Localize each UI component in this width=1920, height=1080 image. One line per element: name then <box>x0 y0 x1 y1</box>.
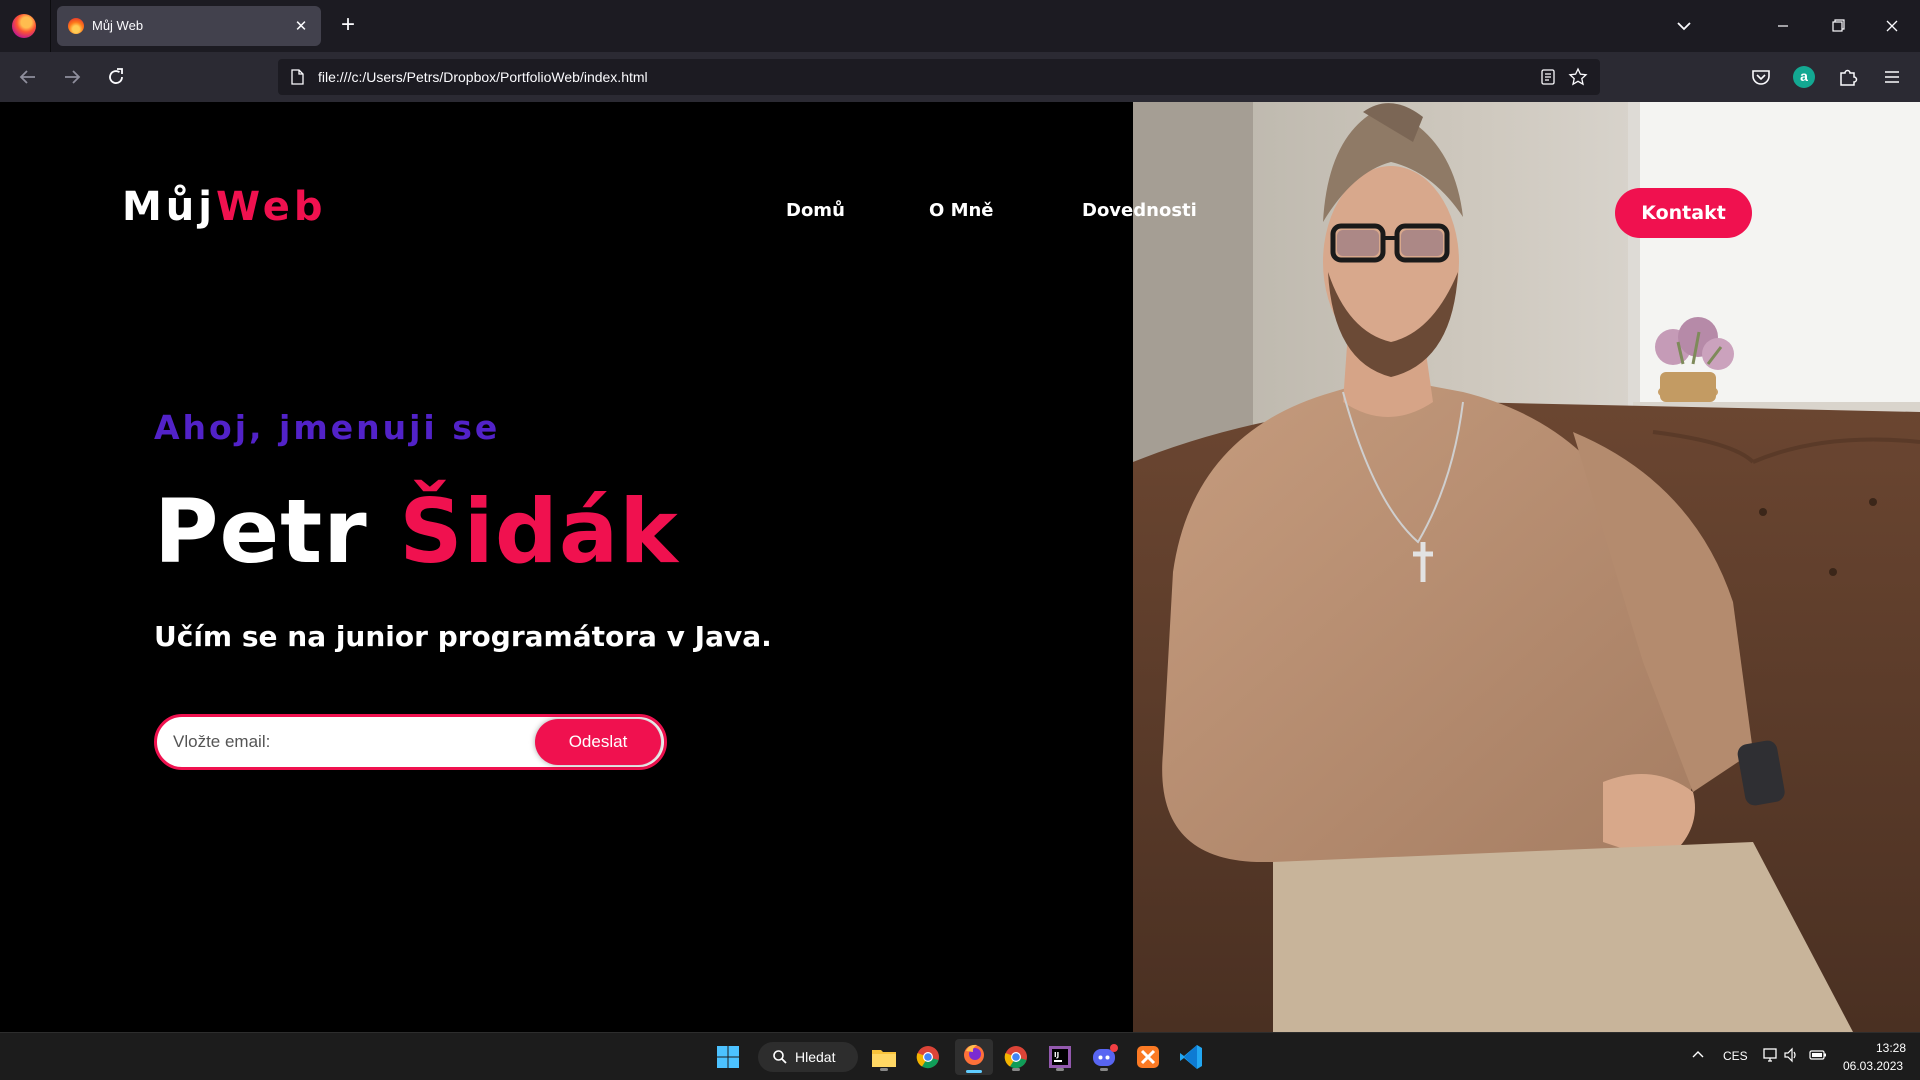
profile-photo <box>1133 102 1920 1032</box>
battery-icon[interactable] <box>1808 1046 1828 1064</box>
hamburger-menu-icon[interactable] <box>1879 64 1905 90</box>
extensions-puzzle-icon[interactable] <box>1835 64 1861 90</box>
hero-name: Petr Šidák <box>154 480 679 583</box>
chrome-profile-icon[interactable] <box>1000 1041 1032 1073</box>
profile-photo-illustration <box>1133 102 1920 1032</box>
forward-arrow-icon[interactable] <box>59 64 85 90</box>
url-text[interactable]: file:///c:/Users/Petrs/Dropbox/Portfolio… <box>318 69 648 85</box>
logo-accent-text: Web <box>216 184 327 230</box>
search-icon <box>773 1050 787 1064</box>
hero-greeting: Ahoj, jmenuji se <box>154 408 501 447</box>
reader-view-icon[interactable] <box>1538 67 1558 87</box>
list-all-tabs-icon[interactable] <box>1672 14 1696 38</box>
email-form: Odeslat <box>154 714 667 770</box>
running-indicator <box>1056 1068 1064 1071</box>
extension-avatar-icon[interactable]: a <box>1793 66 1815 88</box>
pocket-icon[interactable] <box>1748 64 1774 90</box>
contact-button[interactable]: Kontakt <box>1615 188 1752 238</box>
restore-icon[interactable] <box>1820 10 1856 42</box>
site-logo[interactable]: MůjWeb <box>122 184 326 230</box>
back-arrow-icon[interactable] <box>15 64 41 90</box>
chrome-icon[interactable] <box>912 1041 944 1073</box>
network-icon[interactable] <box>1762 1046 1780 1064</box>
clock-date[interactable]: 06.03.2023 <box>1843 1059 1903 1073</box>
browser-tab-bar: Můj Web ✕ + <box>0 0 1920 52</box>
tab-separator <box>50 0 51 52</box>
submit-button[interactable]: Odeslat <box>535 719 661 765</box>
active-indicator <box>966 1070 982 1073</box>
volume-icon[interactable] <box>1782 1046 1800 1064</box>
portfolio-page: MůjWeb Domů O Mně Dovednosti Kontakt Aho… <box>0 102 1920 1032</box>
flame-favicon-icon <box>68 18 84 34</box>
close-window-icon[interactable] <box>1874 10 1910 42</box>
nav-link-home[interactable]: Domů <box>786 200 845 221</box>
firefox-menu-icon[interactable] <box>12 14 36 38</box>
hero-tagline: Učím se na junior programátora v Java. <box>154 620 772 653</box>
address-bar[interactable]: file:///c:/Users/Petrs/Dropbox/Portfolio… <box>278 59 1600 95</box>
language-indicator[interactable]: CES <box>1723 1049 1748 1063</box>
reload-icon[interactable] <box>103 64 129 90</box>
nav-link-skills[interactable]: Dovednosti <box>1082 200 1197 221</box>
discord-icon[interactable] <box>1088 1041 1120 1073</box>
firefox-taskbar-icon[interactable] <box>955 1039 993 1075</box>
bookmark-star-icon[interactable] <box>1568 67 1588 87</box>
vscode-icon[interactable] <box>1175 1041 1207 1073</box>
windows-start-icon[interactable] <box>712 1041 744 1073</box>
svg-text:IJ: IJ <box>1054 1051 1059 1059</box>
tab-close-icon[interactable]: ✕ <box>291 16 311 36</box>
running-indicator <box>880 1068 888 1071</box>
nav-link-about[interactable]: O Mně <box>929 200 994 221</box>
file-explorer-icon[interactable] <box>868 1041 900 1073</box>
taskbar-search[interactable]: Hledat <box>758 1042 858 1072</box>
browser-tab-active[interactable]: Můj Web ✕ <box>57 6 321 46</box>
intellij-icon[interactable]: IJ <box>1044 1041 1076 1073</box>
xampp-icon[interactable] <box>1132 1041 1164 1073</box>
running-indicator <box>1012 1068 1020 1071</box>
hero-last-name: Šidák <box>399 480 679 583</box>
page-icon <box>291 69 304 85</box>
chevron-up-icon[interactable] <box>1690 1047 1706 1063</box>
new-tab-button[interactable]: + <box>334 12 362 40</box>
search-label: Hledat <box>795 1049 836 1065</box>
tab-title: Můj Web <box>92 18 144 33</box>
clock-time[interactable]: 13:28 <box>1876 1041 1906 1055</box>
hero-first-name: Petr <box>154 480 368 583</box>
browser-toolbar: file:///c:/Users/Petrs/Dropbox/Portfolio… <box>0 52 1920 102</box>
windows-taskbar: Hledat IJ CES 13:28 06.03.2023 <box>0 1032 1920 1080</box>
logo-main-text: Můj <box>122 184 216 230</box>
email-input[interactable] <box>173 728 473 756</box>
minimize-icon[interactable] <box>1765 10 1801 42</box>
running-indicator <box>1100 1068 1108 1071</box>
